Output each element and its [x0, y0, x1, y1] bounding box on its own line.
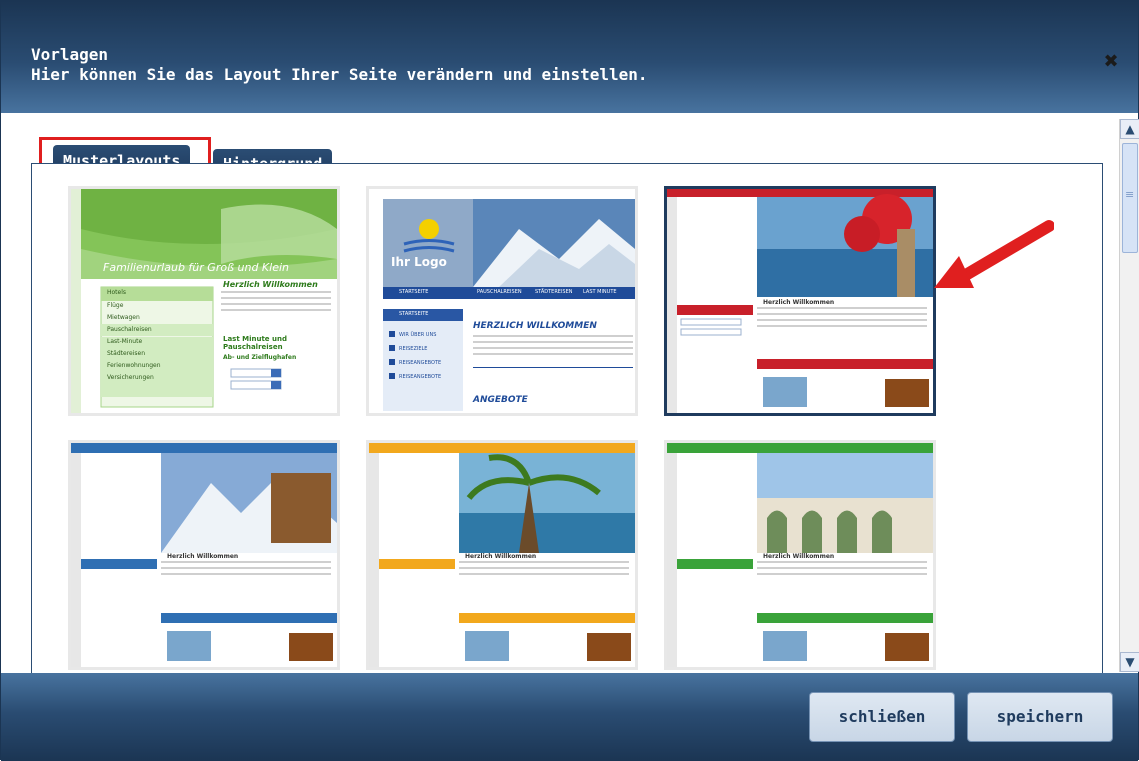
template-2-nav-2: PAUSCHALREISEN	[477, 289, 522, 295]
template-2-side-5: REISEANGEBOTE	[399, 374, 442, 380]
template-2-nav-4: LAST MINUTE	[583, 289, 617, 295]
close-button[interactable]: schließen	[809, 692, 955, 742]
dialog-subtitle: Hier können Sie das Layout Ihrer Seite v…	[31, 65, 648, 84]
chevron-up-icon[interactable]: ▲	[1120, 119, 1139, 139]
template-2-nav-3: STÄDTEREISEN	[535, 289, 573, 295]
dialog-footer: schließen speichern	[1, 673, 1138, 761]
template-2-nav-1: STARTSEITE	[399, 289, 429, 295]
dialog-title: Vorlagen	[31, 45, 109, 64]
template-thumbnail-4[interactable]: Herzlich Willkommen	[68, 440, 340, 670]
template-1-menu-1: Hotels	[107, 289, 127, 296]
template-1-menu-5: Last-Minute	[107, 338, 143, 345]
template-2-footer-heading: ANGEBOTE	[473, 395, 528, 405]
red-arrow-icon	[934, 220, 1054, 288]
template-1-heading: Herzlich Willkommen	[223, 280, 318, 289]
template-2-side-3: REISEZIELE	[399, 346, 428, 352]
template-thumbnail-1[interactable]: Familienurlaub für Groß und Klein Herzli…	[68, 186, 340, 416]
template-2-side-2: WIR ÜBER UNS	[399, 332, 437, 338]
template-thumbnail-3[interactable]: Herzlich Willkommen	[664, 186, 936, 416]
template-1-menu-7: Ferienwohnungen	[107, 362, 161, 369]
template-1-menu-6: Städtereisen	[107, 350, 146, 357]
dialog-content: Musterlayouts Hintergrund	[11, 113, 1115, 688]
template-6-heading: Herzlich Willkommen	[763, 553, 835, 560]
template-3-heading: Herzlich Willkommen	[763, 299, 835, 306]
template-1-menu-4: Pauschalreisen	[107, 326, 152, 333]
template-thumbnail-6[interactable]: Herzlich Willkommen	[664, 440, 936, 670]
scrollbar-thumb[interactable]	[1122, 143, 1138, 253]
save-button[interactable]: speichern	[967, 692, 1113, 742]
template-thumbnail-2[interactable]: Ihr Logo STARTSEITE PAUSCHALREISEN STÄDT…	[366, 186, 638, 416]
template-1-menu-2: Flüge	[107, 302, 124, 309]
dialog-header: Vorlagen Hier können Sie das Layout Ihre…	[1, 1, 1138, 113]
template-4-heading: Herzlich Willkommen	[167, 553, 239, 560]
template-5-heading: Herzlich Willkommen	[465, 553, 537, 560]
template-1-menu-8: Versicherungen	[107, 374, 154, 381]
chevron-down-icon[interactable]: ▼	[1120, 652, 1139, 672]
template-2-side-4: REISEANGEBOTE	[399, 360, 442, 366]
template-2-logo-text: Ihr Logo	[391, 255, 447, 269]
vertical-scrollbar[interactable]: ▲ ▼	[1119, 119, 1139, 672]
template-1-section2: Ab- und Zielflughafen	[223, 354, 297, 361]
template-thumbnail-5[interactable]: Herzlich Willkommen	[366, 440, 638, 670]
tab-bar: Musterlayouts Hintergrund	[31, 127, 631, 187]
template-1-banner-text: Familienurlaub für Groß und Klein	[103, 261, 289, 274]
templates-dialog: Vorlagen Hier können Sie das Layout Ihre…	[0, 0, 1139, 761]
template-1-menu-3: Mietwagen	[107, 314, 140, 321]
template-2-side-1: STARTSEITE	[399, 311, 429, 317]
template-2-heading: HERZLICH WILLKOMMEN	[473, 321, 597, 331]
template-1-section: Last Minute und Pauschalreisen	[223, 335, 287, 351]
close-icon[interactable]: ✖	[1100, 51, 1122, 73]
